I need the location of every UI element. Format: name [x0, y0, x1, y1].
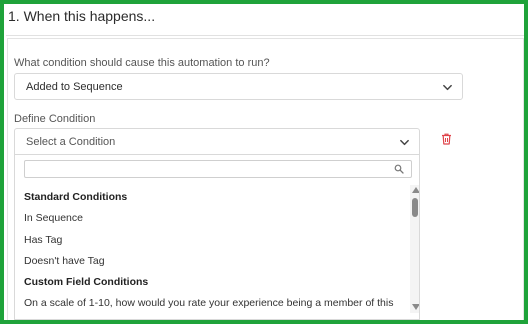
condition-select[interactable]: Select a Condition: [14, 128, 420, 155]
trigger-select[interactable]: Added to Sequence: [14, 73, 463, 100]
chevron-down-icon: [443, 84, 452, 91]
trigger-question-label: What condition should cause this automat…: [14, 57, 270, 69]
option-experience-rating[interactable]: On a scale of 1-10, how would you rate y…: [24, 297, 393, 309]
option-has-tag[interactable]: Has Tag: [24, 234, 62, 246]
scrollbar-thumb[interactable]: [412, 198, 418, 217]
scroll-down-arrow-icon[interactable]: [412, 304, 419, 310]
chevron-down-icon: [400, 139, 409, 146]
trigger-select-value: Added to Sequence: [26, 81, 123, 93]
option-in-sequence[interactable]: In Sequence: [24, 212, 83, 224]
condition-dropdown-menu: Standard Conditions In Sequence Has Tag …: [14, 155, 420, 320]
dropdown-scrollbar[interactable]: [410, 185, 419, 313]
scroll-up-arrow-icon[interactable]: [412, 187, 419, 193]
section-title: 1. When this happens...: [8, 8, 156, 24]
define-condition-label: Define Condition: [14, 113, 96, 125]
trash-icon[interactable]: [441, 133, 452, 145]
search-icon: [394, 164, 404, 174]
divider: [6, 35, 524, 36]
option-group-custom-field-conditions: Custom Field Conditions: [24, 276, 149, 288]
condition-select-placeholder: Select a Condition: [26, 136, 116, 148]
condition-search-input[interactable]: [24, 160, 412, 178]
option-group-standard-conditions: Standard Conditions: [24, 191, 128, 203]
option-doesnt-have-tag[interactable]: Doesn't have Tag: [24, 255, 105, 267]
